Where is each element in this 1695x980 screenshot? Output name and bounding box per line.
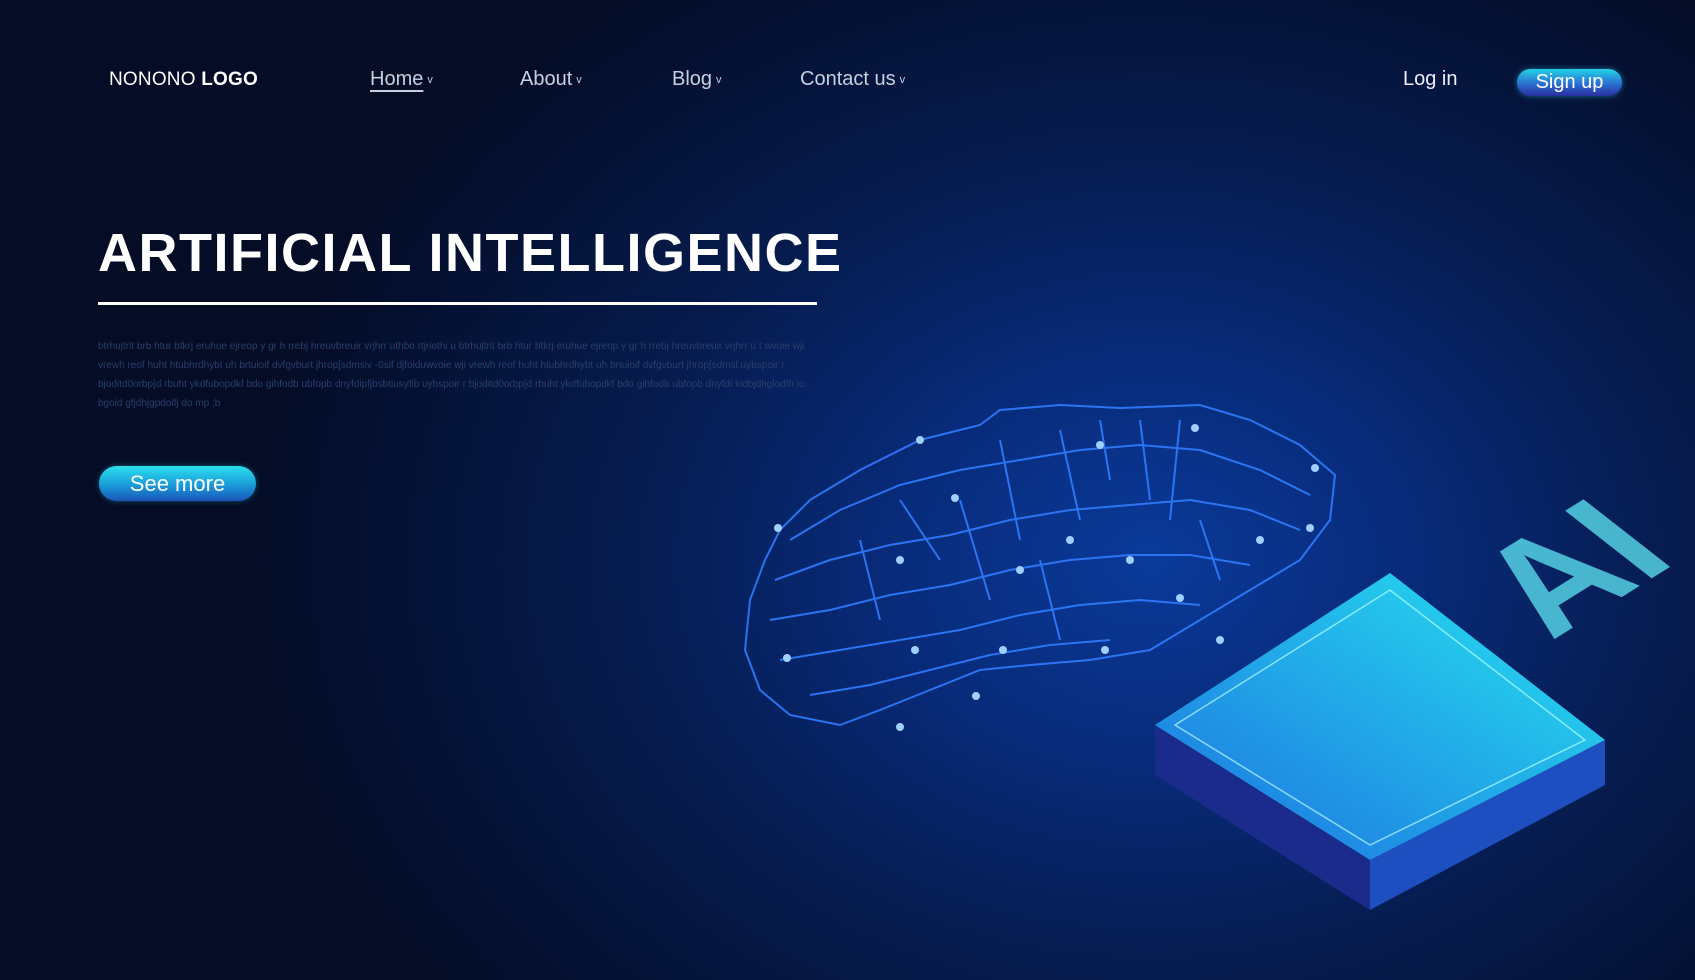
- see-more-button[interactable]: See more: [99, 466, 256, 501]
- chip-label: AI: [1438, 473, 1695, 662]
- ai-chip-icon: AI: [1155, 473, 1695, 910]
- title-underline: [98, 302, 817, 305]
- hero-paragraph: btrhujtrit brb htur btkrj eruhue ejreop …: [98, 341, 805, 409]
- page-title: ARTIFICIAL INTELLIGENCE: [98, 223, 843, 283]
